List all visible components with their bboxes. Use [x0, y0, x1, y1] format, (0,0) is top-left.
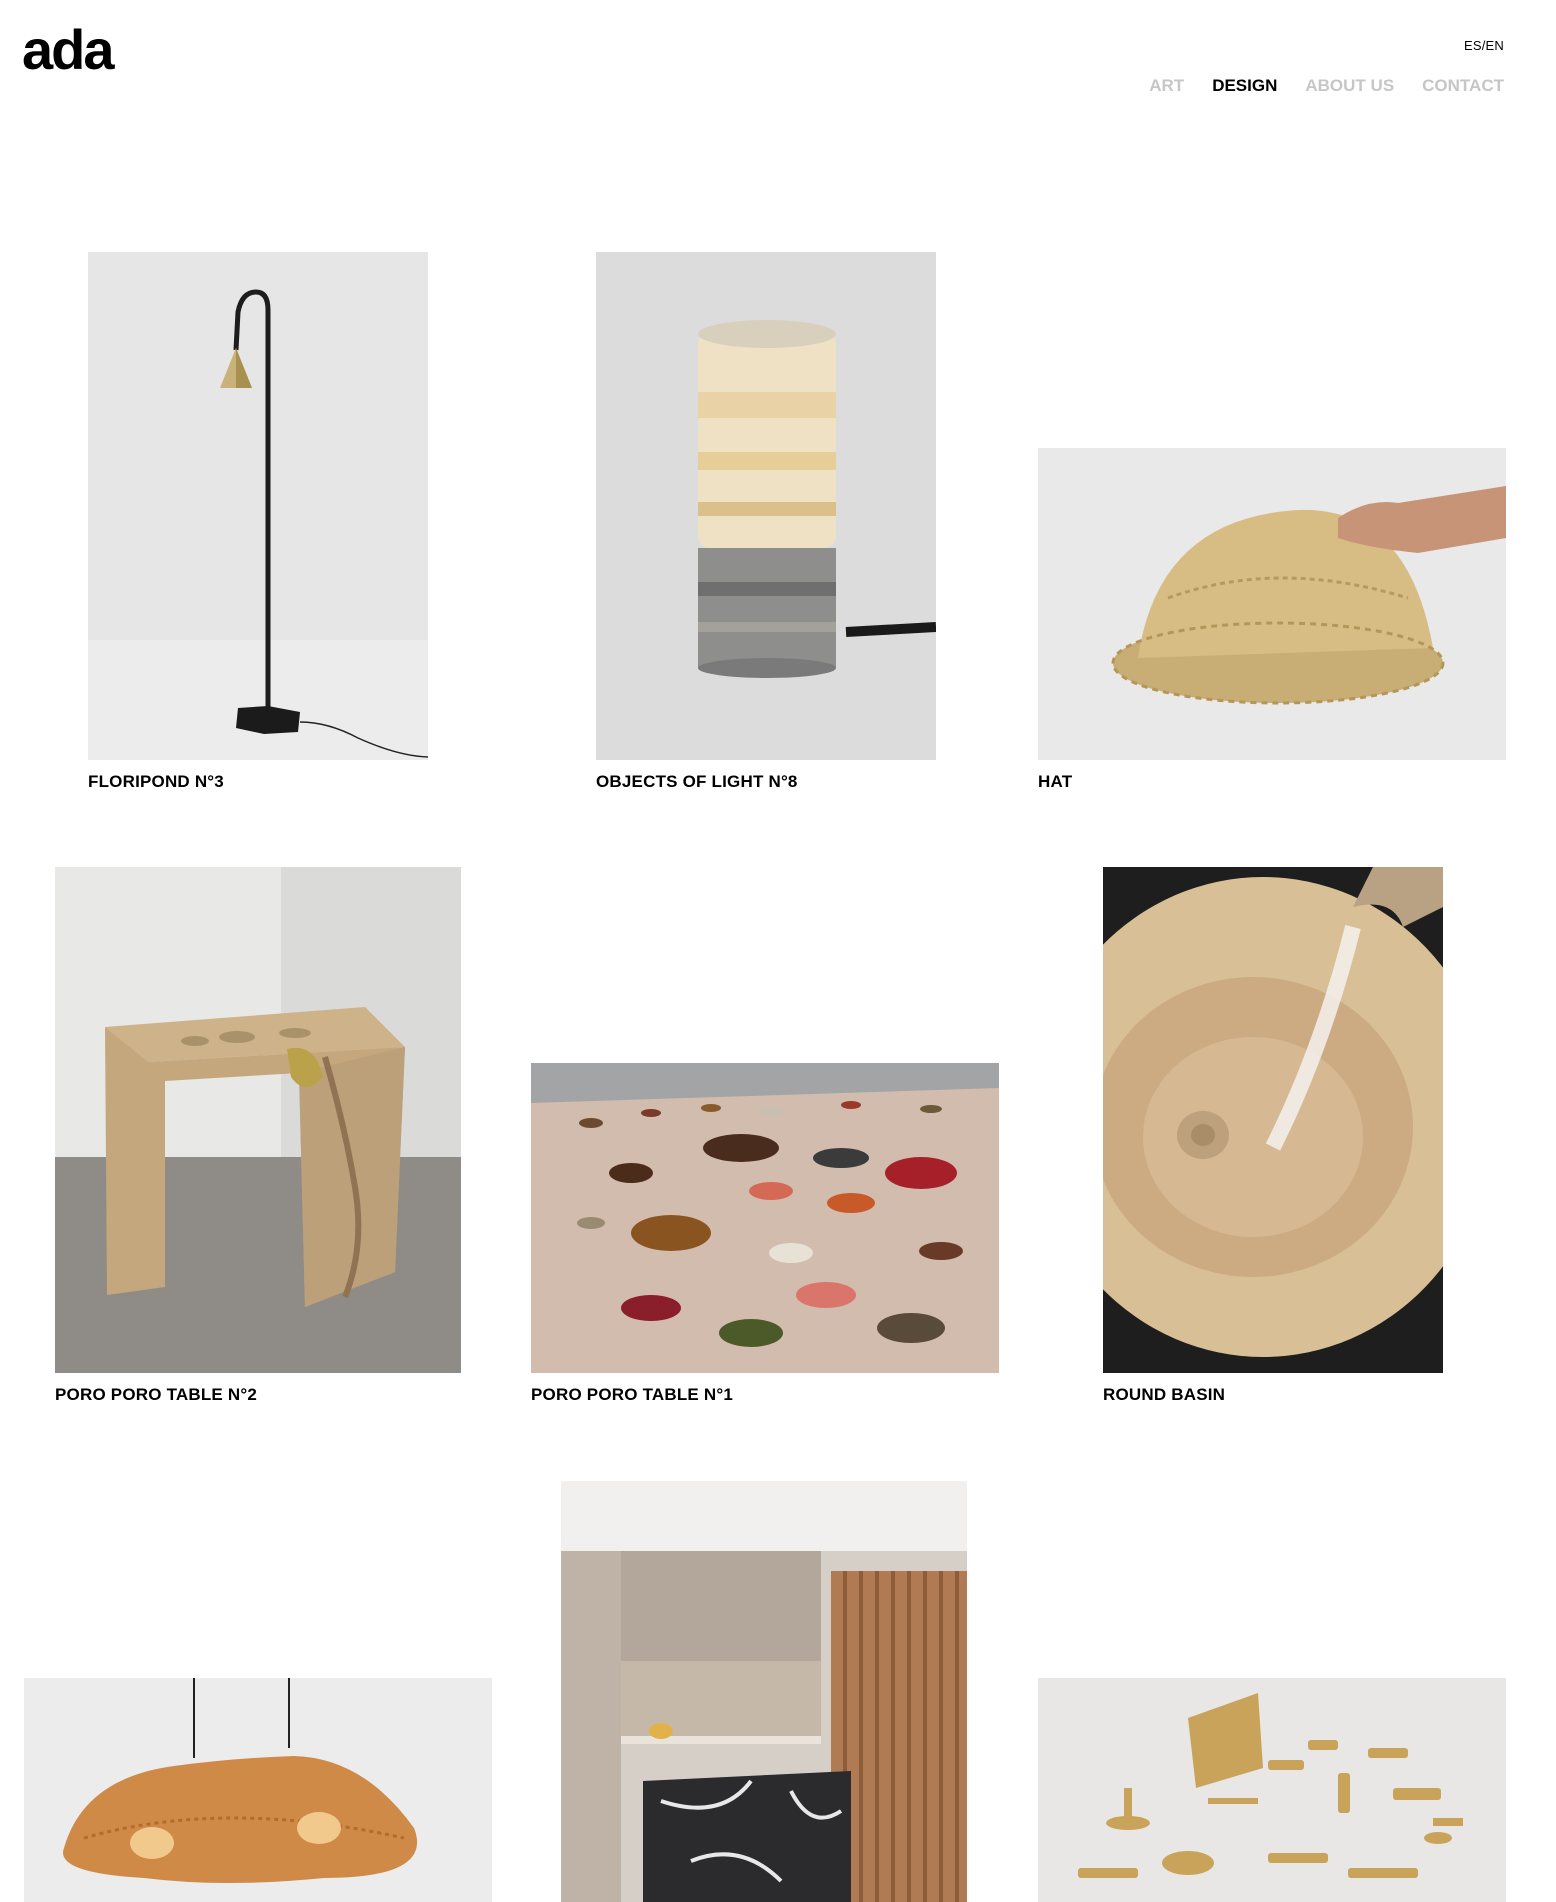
product-title[interactable]: PORO PORO TABLE N°1 [531, 1385, 733, 1405]
nav-design[interactable]: DESIGN [1212, 76, 1277, 96]
product-image-travertine-table [55, 867, 461, 1373]
product-title[interactable]: ROUND BASIN [1103, 1385, 1225, 1405]
product-image-hat [1038, 448, 1506, 760]
product-card-hat[interactable]: HAT [1038, 448, 1506, 802]
language-switch[interactable]: ES/EN [1464, 38, 1504, 53]
nav-art[interactable]: ART [1149, 76, 1184, 96]
product-image-kitchen-island [561, 1481, 967, 1902]
product-card-woven-pendant[interactable] [24, 1678, 492, 1902]
product-image-woven-pendant [24, 1678, 492, 1902]
product-card-kitchen-island[interactable] [561, 1481, 967, 1902]
product-card-floripond-n3[interactable]: FLORIPOND N°3 [88, 252, 428, 802]
product-image-round-basin [1103, 867, 1443, 1373]
product-title[interactable]: HAT [1038, 772, 1072, 792]
product-card-brass-hardware[interactable] [1038, 1678, 1506, 1902]
product-title[interactable]: PORO PORO TABLE N°2 [55, 1385, 257, 1405]
nav-contact[interactable]: CONTACT [1422, 76, 1504, 96]
product-card-poro-poro-table-n2[interactable]: PORO PORO TABLE N°2 [55, 867, 461, 1417]
product-image-floor-lamp [88, 252, 428, 760]
nav-about-us[interactable]: ABOUT US [1305, 76, 1394, 96]
product-image-brass-hardware [1038, 1678, 1506, 1902]
product-title[interactable]: OBJECTS OF LIGHT N°8 [596, 772, 798, 792]
product-title[interactable]: FLORIPOND N°3 [88, 772, 224, 792]
product-card-poro-poro-table-n1[interactable]: PORO PORO TABLE N°1 [531, 1063, 999, 1417]
product-image-onyx-lamp [596, 252, 936, 760]
logo[interactable]: ada [22, 22, 114, 78]
product-image-table-with-food [531, 1063, 999, 1373]
product-card-round-basin[interactable]: ROUND BASIN [1103, 867, 1443, 1417]
main-nav: ART DESIGN ABOUT US CONTACT [1149, 76, 1504, 96]
product-card-objects-of-light-n8[interactable]: OBJECTS OF LIGHT N°8 [596, 252, 936, 802]
